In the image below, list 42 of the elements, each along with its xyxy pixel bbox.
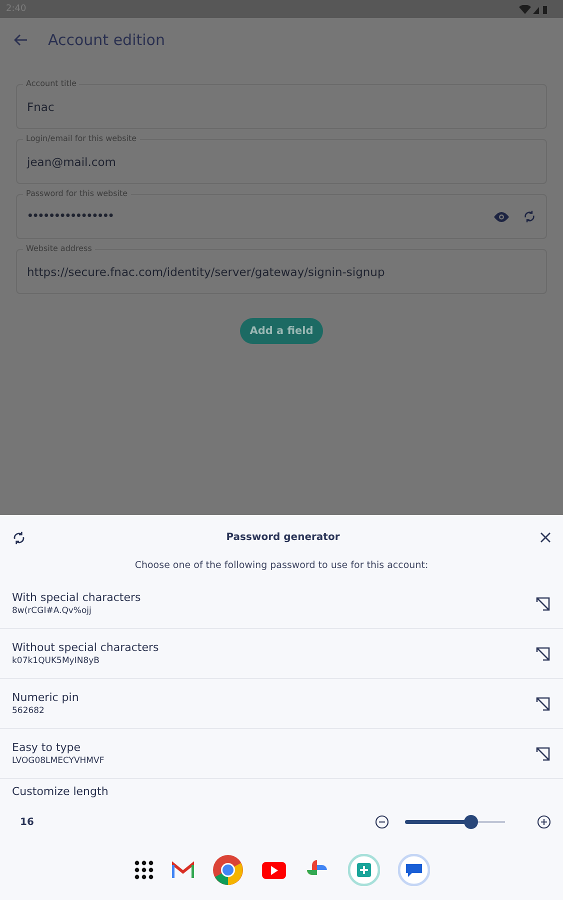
field-label: Login/email for this website bbox=[23, 133, 140, 145]
add-field-button[interactable]: Add a field bbox=[240, 318, 324, 344]
option-name: With special characters bbox=[12, 591, 142, 604]
page-title: Account edition bbox=[48, 31, 165, 49]
open-icon[interactable] bbox=[535, 646, 551, 662]
close-icon[interactable] bbox=[540, 532, 551, 543]
field-value: Fnac bbox=[27, 100, 56, 114]
open-icon[interactable] bbox=[535, 596, 551, 612]
video-icon[interactable] bbox=[262, 862, 286, 878]
eye-icon[interactable] bbox=[494, 212, 509, 222]
open-icon[interactable] bbox=[535, 696, 551, 712]
length-label: Customize length bbox=[12, 785, 110, 798]
field-value: •••••••••••••••• bbox=[27, 211, 114, 222]
length-value: 16 bbox=[19, 816, 35, 828]
browser-icon[interactable] bbox=[212, 854, 244, 886]
option-name: Without special characters bbox=[12, 641, 160, 654]
generated-password: 562682 bbox=[12, 706, 46, 716]
back-icon[interactable] bbox=[14, 34, 28, 46]
field-value: https://secure.fnac.com/identity/server/gateway/signin-signup bbox=[27, 264, 386, 278]
regenerate-icon[interactable] bbox=[523, 210, 536, 223]
minus-icon[interactable] bbox=[375, 815, 389, 829]
app-icon[interactable] bbox=[348, 854, 380, 886]
plus-icon[interactable] bbox=[537, 815, 551, 829]
signal-battery-icon bbox=[519, 4, 549, 14]
open-icon[interactable] bbox=[535, 746, 551, 762]
option-name: Easy to type bbox=[12, 741, 82, 754]
sheet-title: Password generator bbox=[226, 532, 340, 543]
password-option[interactable]: Easy to type LVOG08LMECYVHMVF bbox=[0, 729, 563, 779]
generated-password: LVOG08LMECYVHMVF bbox=[12, 756, 106, 766]
chat-icon[interactable] bbox=[398, 854, 430, 886]
password-option[interactable]: With special characters 8w(rCGI#A.Qv%ojj bbox=[0, 579, 563, 629]
generated-password: k07k1QUK5MyIN8yB bbox=[12, 656, 100, 666]
option-name: Numeric pin bbox=[12, 691, 80, 704]
generated-password: 8w(rCGI#A.Qv%ojj bbox=[12, 606, 92, 616]
mail-icon[interactable] bbox=[172, 861, 194, 879]
password-option[interactable]: Numeric pin 562682 bbox=[0, 679, 563, 729]
grid-icon[interactable] bbox=[134, 860, 154, 880]
password-option[interactable]: Without special characters k07k1QUK5MyIN8yB bbox=[0, 629, 563, 679]
refresh-icon[interactable] bbox=[12, 530, 26, 544]
slider-thumb[interactable] bbox=[464, 815, 478, 829]
instruction-text: Choose one of the following password to use for this account: bbox=[134, 560, 428, 571]
field-value: jean@mail.com bbox=[27, 154, 117, 168]
